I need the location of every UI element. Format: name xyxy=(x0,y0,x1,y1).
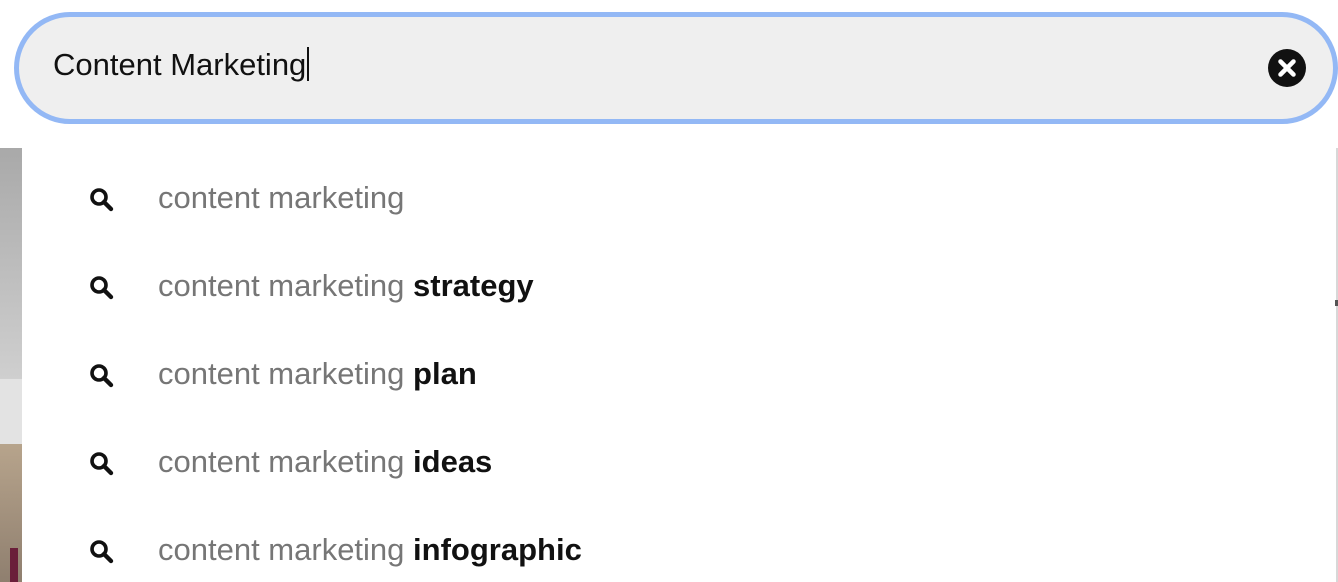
suggestion-prefix: content marketing xyxy=(158,180,405,215)
search-bar[interactable]: Content Marketing xyxy=(14,12,1338,124)
suggestion-text: content marketing plan xyxy=(158,358,477,389)
suggestion-prefix: content marketing xyxy=(158,532,414,567)
suggestion-suffix: strategy xyxy=(413,268,534,303)
search-icon xyxy=(88,450,116,478)
suggestion-text: content marketing infographic xyxy=(158,534,582,565)
suggestion-prefix: content marketing xyxy=(158,356,414,391)
background-page-strip xyxy=(0,378,22,445)
close-icon xyxy=(1278,59,1296,77)
search-icon xyxy=(88,538,116,566)
suggestion-text: content marketing xyxy=(158,182,404,213)
suggestion-suffix: plan xyxy=(413,356,477,391)
suggestion-item[interactable]: content marketing infographic xyxy=(22,508,1335,580)
suggestion-item[interactable]: content marketing xyxy=(22,156,1335,228)
suggestion-prefix: content marketing xyxy=(158,444,414,479)
search-icon xyxy=(88,274,116,302)
search-input[interactable]: Content Marketing xyxy=(53,47,310,82)
page: Content Marketing content marketing cont… xyxy=(0,0,1338,582)
search-icon xyxy=(88,362,116,390)
search-icon xyxy=(88,186,116,214)
suggestion-suffix: ideas xyxy=(413,444,493,479)
text-caret xyxy=(307,47,310,81)
suggestion-text: content marketing ideas xyxy=(158,446,492,477)
suggestion-item[interactable]: content marketing plan xyxy=(22,332,1335,404)
suggestion-item[interactable]: content marketing strategy xyxy=(22,244,1335,316)
suggestion-item[interactable]: content marketing ideas xyxy=(22,420,1335,492)
suggestion-text: content marketing strategy xyxy=(158,270,534,301)
clear-search-button[interactable] xyxy=(1268,49,1306,87)
background-image-accent xyxy=(10,548,18,582)
suggestion-prefix: content marketing xyxy=(158,268,414,303)
search-input-value: Content Marketing xyxy=(53,47,307,82)
suggestion-suffix: infographic xyxy=(413,532,582,567)
suggestions-dropdown: content marketing content marketing stra… xyxy=(22,148,1335,582)
background-page-strip xyxy=(0,148,22,378)
